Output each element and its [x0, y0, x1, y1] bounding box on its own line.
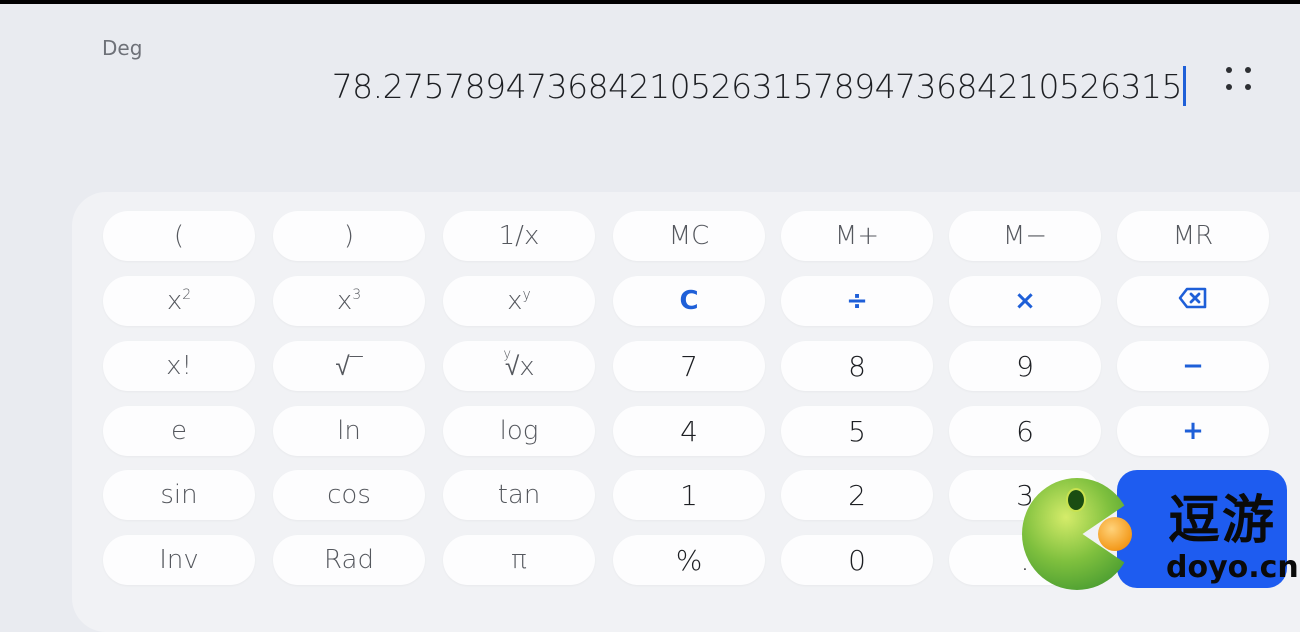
- memory-clear-key[interactable]: MC: [613, 211, 765, 261]
- key-label: x: [507, 286, 523, 316]
- memory-subtract-key[interactable]: M−: [949, 211, 1101, 261]
- more-dots-icon: [1226, 67, 1232, 73]
- key-label: Inv: [159, 545, 199, 575]
- result-display[interactable]: 78.2757894736842105263157894736842105263…: [332, 66, 1186, 106]
- sin-key[interactable]: sin: [103, 470, 255, 520]
- key-label: 1: [680, 478, 698, 512]
- tan-key[interactable]: tan: [443, 470, 595, 520]
- nth-root-key[interactable]: y √x: [443, 341, 595, 391]
- display-value: 78.2757894736842105263157894736842105263…: [331, 66, 1183, 106]
- more-options-button[interactable]: [1222, 63, 1258, 97]
- digit-0-key[interactable]: 0: [781, 535, 933, 585]
- power-key[interactable]: xy: [443, 276, 595, 326]
- key-label: MC: [668, 221, 710, 251]
- percent-key[interactable]: %: [613, 535, 765, 585]
- orange-ball-icon: [1098, 517, 1132, 551]
- memory-add-key[interactable]: M+: [781, 211, 933, 261]
- key-label: C: [679, 286, 699, 316]
- key-label: 1/x: [498, 221, 540, 251]
- reciprocal-key[interactable]: 1/x: [443, 211, 595, 261]
- digit-9-key[interactable]: 9: [949, 341, 1101, 391]
- close-paren-key[interactable]: ): [273, 211, 425, 261]
- ln-key[interactable]: ln: [273, 406, 425, 456]
- cos-key[interactable]: cos: [273, 470, 425, 520]
- key-label: sin: [160, 480, 198, 510]
- key-label: cos: [327, 480, 371, 510]
- key-label: ×: [1014, 286, 1036, 316]
- key-label: e: [171, 416, 187, 446]
- digit-7-key[interactable]: 7: [613, 341, 765, 391]
- key-label: log: [499, 416, 539, 446]
- key-label: √‾: [335, 351, 363, 382]
- key-label: %: [675, 543, 703, 577]
- key-label: tan: [497, 480, 541, 510]
- digit-8-key[interactable]: 8: [781, 341, 933, 391]
- digit-2-key[interactable]: 2: [781, 470, 933, 520]
- square-root-key[interactable]: √‾: [273, 341, 425, 391]
- cube-key[interactable]: x3: [273, 276, 425, 326]
- key-label: x: [166, 286, 183, 316]
- key-label: −: [1182, 351, 1204, 381]
- key-label: 4: [680, 414, 698, 448]
- root-index: y: [503, 346, 512, 362]
- e-key[interactable]: e: [103, 406, 255, 456]
- digit-6-key[interactable]: 6: [949, 406, 1101, 456]
- backspace-key[interactable]: [1117, 276, 1269, 326]
- key-label: 7: [680, 349, 698, 383]
- text-cursor: [1183, 66, 1186, 106]
- plus-key[interactable]: +: [1117, 406, 1269, 456]
- key-label: 6: [1016, 414, 1034, 448]
- inverse-key[interactable]: Inv: [103, 535, 255, 585]
- memory-recall-key[interactable]: MR: [1117, 211, 1269, 261]
- log-key[interactable]: log: [443, 406, 595, 456]
- key-label: (: [173, 221, 185, 251]
- key-label: x: [336, 286, 353, 316]
- clear-key[interactable]: C: [613, 276, 765, 326]
- angle-mode-label[interactable]: Deg: [102, 36, 142, 60]
- key-label: ): [343, 221, 355, 251]
- rad-key[interactable]: Rad: [273, 535, 425, 585]
- key-exponent: 2: [182, 287, 192, 303]
- key-label: 9: [1016, 349, 1034, 383]
- backspace-icon: [1178, 286, 1208, 316]
- top-status-bar: [0, 0, 1300, 4]
- key-label: Rad: [324, 545, 374, 575]
- key-exponent: y: [522, 287, 531, 303]
- key-label: π: [511, 545, 527, 575]
- watermark-text-cn: 逗游: [1168, 491, 1277, 551]
- watermark-text-en: doyo.cn: [1166, 550, 1299, 585]
- pi-key[interactable]: π: [443, 535, 595, 585]
- watermark-logo: 逗游 doyo.cn: [1020, 470, 1300, 600]
- factorial-key[interactable]: x!: [103, 341, 255, 391]
- key-label: ÷: [846, 286, 868, 316]
- minus-key[interactable]: −: [1117, 341, 1269, 391]
- pacman-eye-icon: [1066, 488, 1086, 512]
- square-key[interactable]: x2: [103, 276, 255, 326]
- multiply-key[interactable]: ×: [949, 276, 1101, 326]
- open-paren-key[interactable]: (: [103, 211, 255, 261]
- digit-4-key[interactable]: 4: [613, 406, 765, 456]
- key-label: ln: [337, 416, 361, 446]
- divide-key[interactable]: ÷: [781, 276, 933, 326]
- more-dots-icon: [1226, 84, 1232, 90]
- key-label: M−: [1002, 221, 1048, 251]
- key-label: M+: [834, 221, 880, 251]
- key-label: x!: [166, 351, 192, 381]
- key-exponent: 3: [352, 287, 362, 303]
- digit-5-key[interactable]: 5: [781, 406, 933, 456]
- more-dots-icon: [1245, 67, 1251, 73]
- key-label: 8: [848, 349, 866, 383]
- key-label: +: [1182, 416, 1204, 446]
- key-label: 0: [848, 543, 866, 577]
- digit-1-key[interactable]: 1: [613, 470, 765, 520]
- key-label: 2: [848, 478, 866, 512]
- key-label: MR: [1172, 221, 1214, 251]
- more-dots-icon: [1245, 84, 1251, 90]
- nth-root-icon: y √x: [503, 347, 534, 382]
- key-label: 5: [848, 414, 866, 448]
